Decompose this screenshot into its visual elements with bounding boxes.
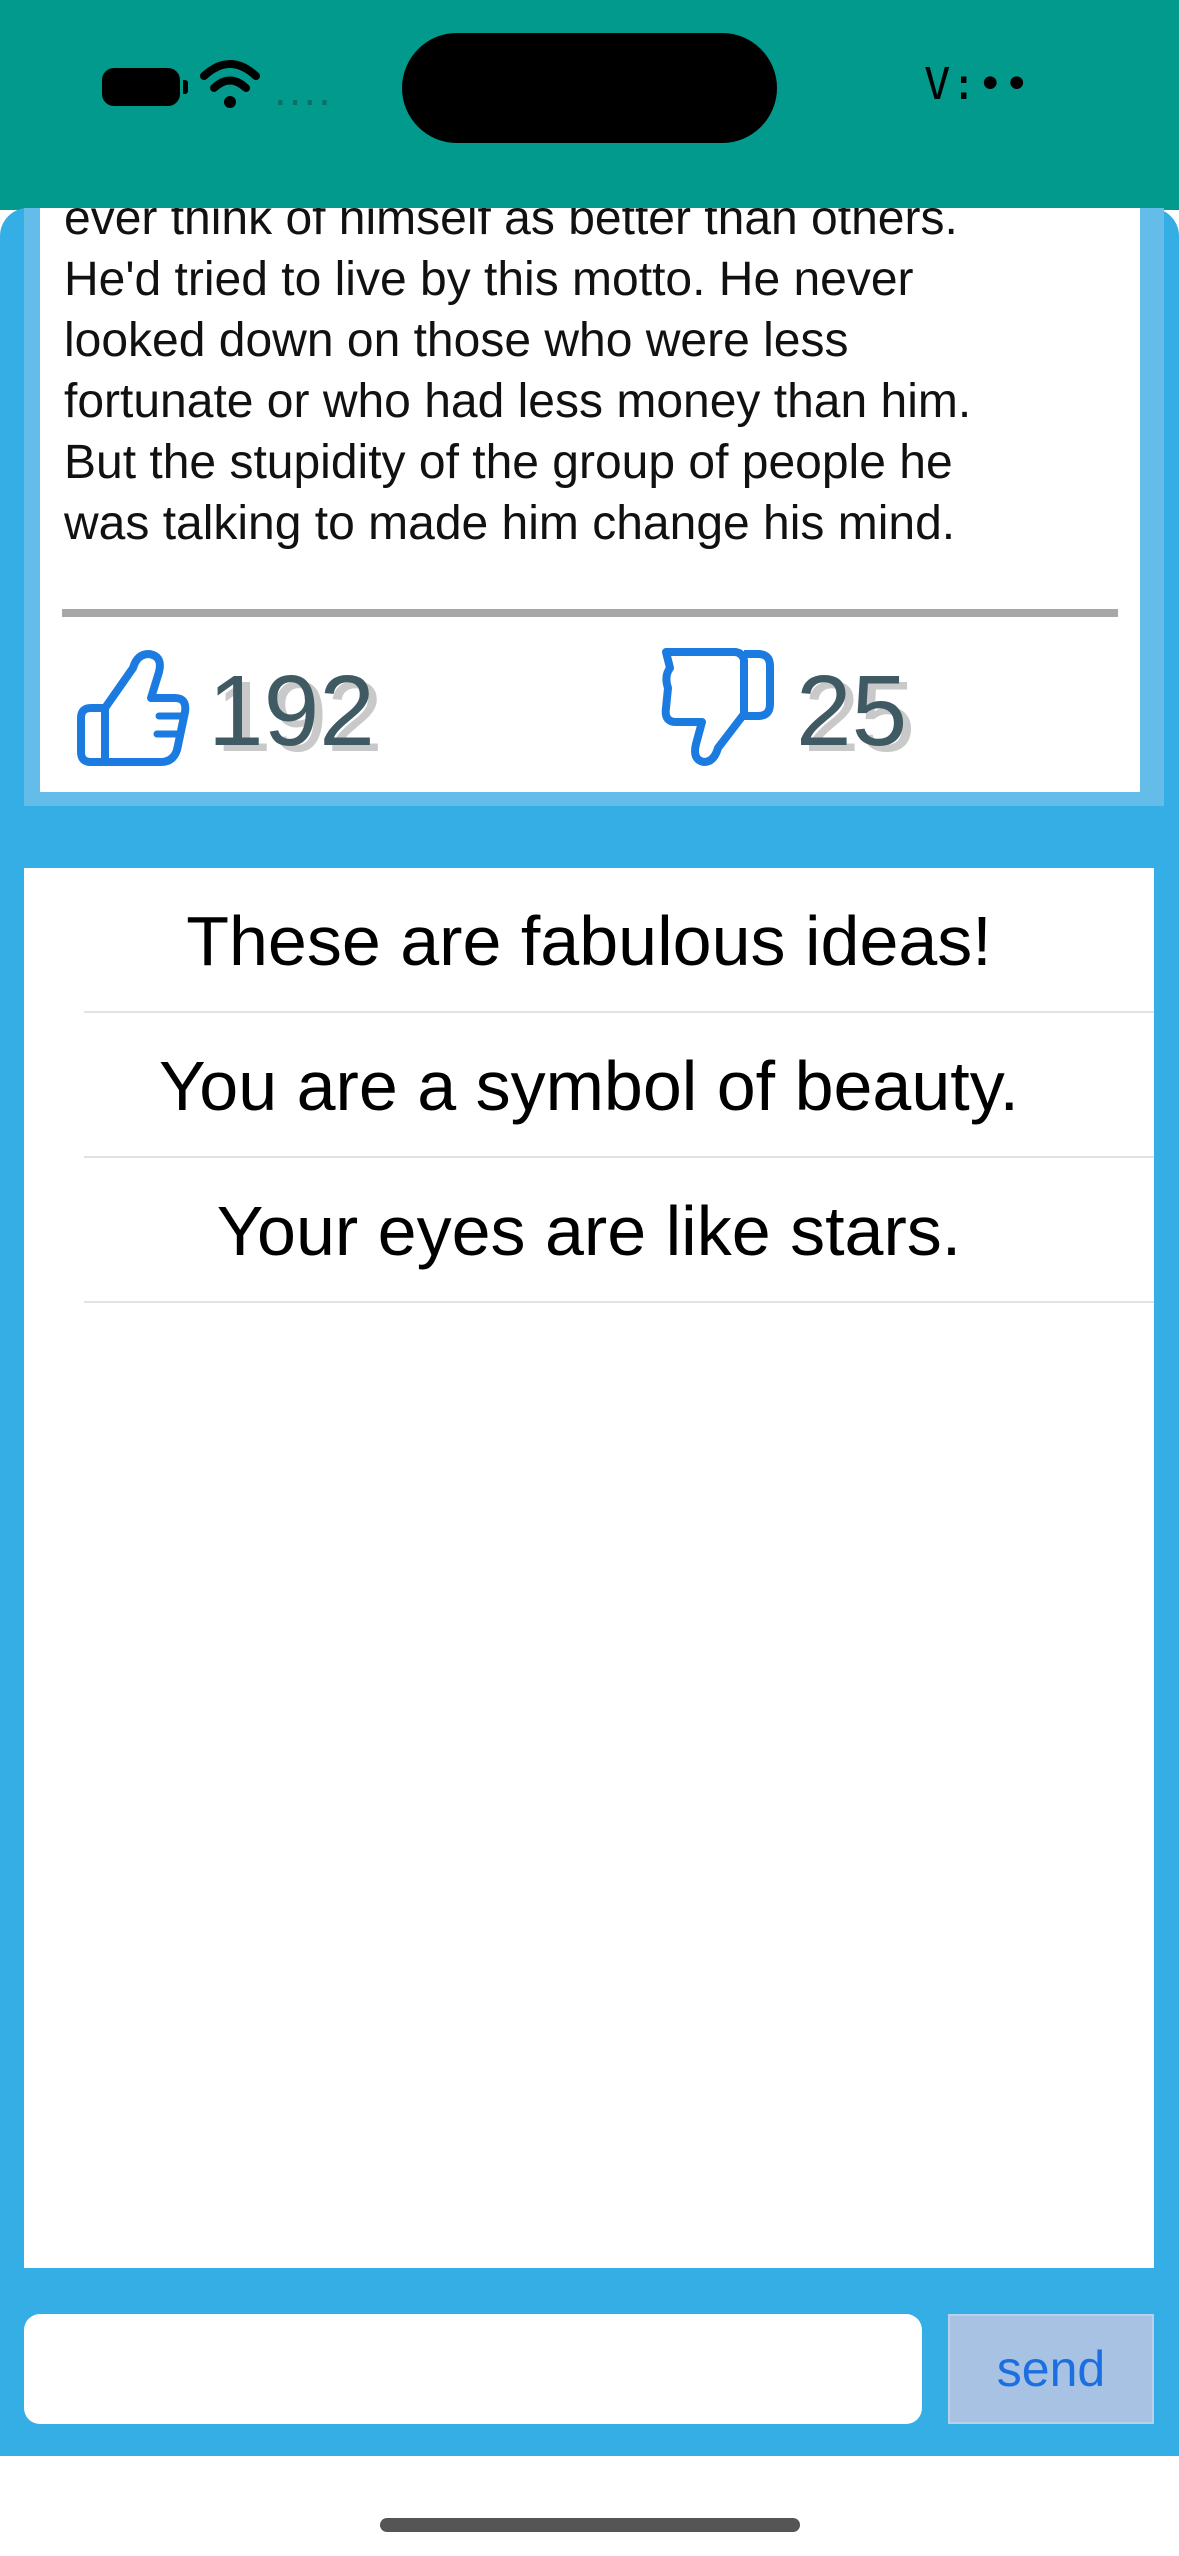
comment-input[interactable] bbox=[24, 2314, 922, 2424]
post-body-text: ever think of himself as better than oth… bbox=[64, 208, 972, 550]
list-item[interactable]: Your eyes are like stars. bbox=[24, 1158, 1154, 1303]
comment-text: These are fabulous ideas! bbox=[186, 901, 992, 980]
thumbs-up-icon[interactable] bbox=[75, 646, 190, 766]
comments-list[interactable]: These are fabulous ideas! You are a symb… bbox=[24, 868, 1154, 2268]
send-button[interactable]: send bbox=[948, 2314, 1154, 2424]
status-bar: .... V:•• bbox=[0, 0, 1179, 210]
list-item[interactable]: These are fabulous ideas! bbox=[24, 868, 1154, 1013]
cellular-signal-indicator: .... bbox=[274, 69, 333, 115]
battery-icon bbox=[102, 68, 188, 106]
comment-text: You are a symbol of beauty. bbox=[159, 1046, 1019, 1125]
thumbs-down-icon[interactable] bbox=[658, 644, 778, 768]
like-count: 192 bbox=[208, 655, 375, 767]
comment-text: Your eyes are like stars. bbox=[216, 1191, 962, 1270]
home-indicator[interactable] bbox=[380, 2518, 800, 2532]
dynamic-island bbox=[402, 33, 777, 143]
dislike-count: 25 bbox=[796, 655, 908, 767]
wifi-icon bbox=[200, 60, 260, 108]
list-item[interactable]: You are a symbol of beauty. bbox=[24, 1013, 1154, 1158]
status-time: V:•• bbox=[924, 59, 1030, 110]
post-divider bbox=[62, 609, 1118, 617]
post-card: ever think of himself as better than oth… bbox=[40, 208, 1140, 792]
